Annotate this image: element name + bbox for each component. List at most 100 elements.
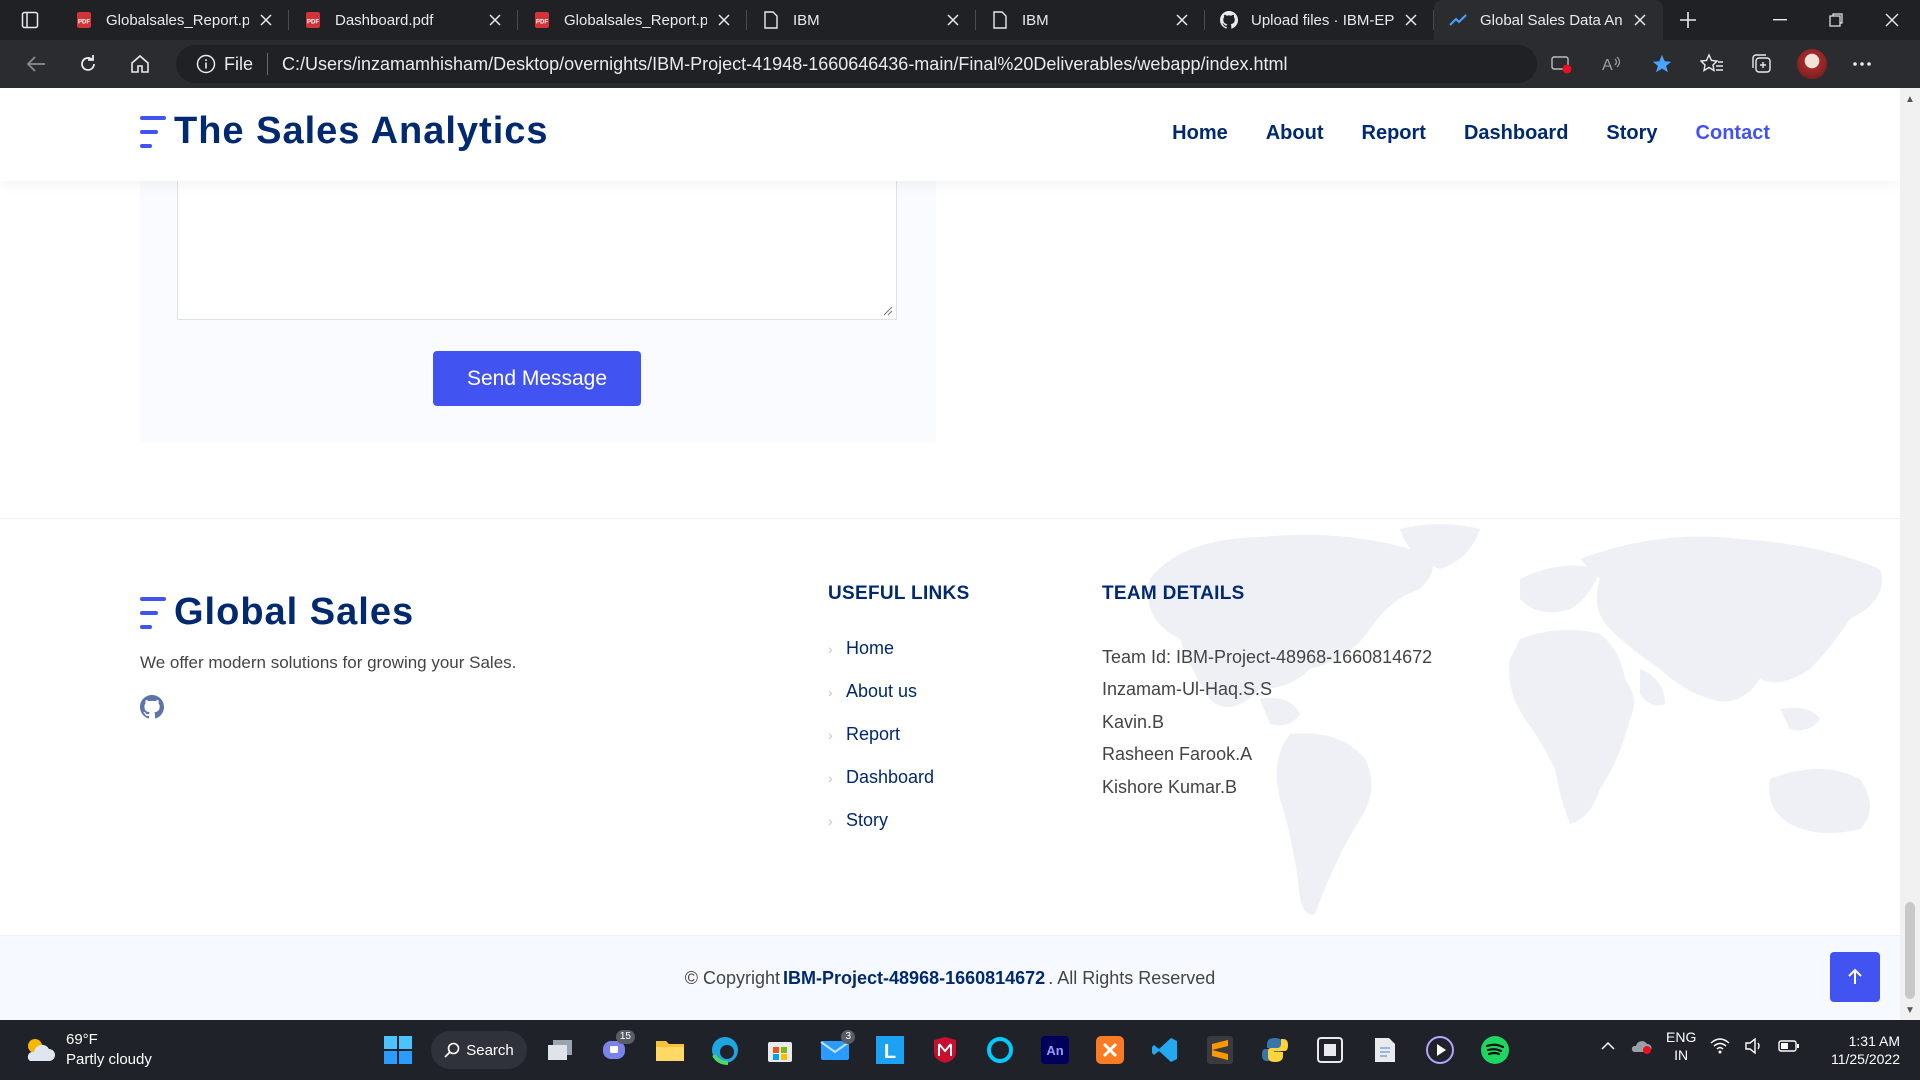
taskbar-search[interactable]: Search: [431, 1031, 527, 1069]
close-icon[interactable]: [715, 11, 733, 29]
python-button[interactable]: [1253, 1028, 1297, 1072]
favorite-star-button[interactable]: [1637, 44, 1687, 84]
teams-chat-button[interactable]: 15: [593, 1028, 637, 1072]
new-tab-button[interactable]: [1663, 0, 1713, 40]
alexa-button[interactable]: [978, 1028, 1022, 1072]
volume-icon[interactable]: [1744, 1038, 1764, 1054]
scroll-up-arrow-icon[interactable]: ▲: [1905, 94, 1915, 105]
xampp-button[interactable]: [1088, 1028, 1132, 1072]
scrollbar-thumb[interactable]: [1905, 902, 1915, 999]
system-tray: ENG IN: [1600, 1028, 1800, 1064]
close-window-button[interactable]: [1864, 0, 1920, 40]
tab-actions-menu-button[interactable]: [0, 0, 60, 40]
scheme-label: File: [224, 53, 254, 74]
start-button[interactable]: [376, 1028, 420, 1072]
browser-tab[interactable]: Upload files · IBM-EPBL: [1205, 0, 1434, 40]
browser-tab[interactable]: PDF Globalsales_Report.pdf: [518, 0, 747, 40]
browser-tab[interactable]: PDF Globalsales_Report.pdf: [60, 0, 289, 40]
region-code: IN: [1674, 1047, 1689, 1063]
close-icon[interactable]: [944, 11, 962, 29]
footer-link-home[interactable]: › Home: [828, 627, 934, 670]
useful-links-heading: USEFUL LINKS: [828, 583, 970, 604]
vscode-button[interactable]: [1143, 1028, 1187, 1072]
site-logo[interactable]: The Sales Analytics: [140, 110, 549, 153]
reload-button[interactable]: [62, 44, 114, 84]
edge-button[interactable]: [703, 1028, 747, 1072]
info-icon[interactable]: [196, 54, 216, 74]
nav-home[interactable]: Home: [1172, 122, 1228, 145]
close-icon[interactable]: [257, 11, 275, 29]
close-icon[interactable]: [486, 11, 504, 29]
main-nav: Home About Report Dashboard Story Contac…: [1172, 122, 1770, 145]
send-message-button[interactable]: Send Message: [433, 351, 641, 406]
sublime-button[interactable]: [1198, 1028, 1242, 1072]
restore-button[interactable]: [1808, 0, 1864, 40]
team-member: Inzamam-Ul-Haq.S.S: [1102, 679, 1273, 700]
tracking-icon: [1551, 56, 1572, 74]
footer-link-dashboard[interactable]: › Dashboard: [828, 756, 934, 799]
file-explorer-button[interactable]: [648, 1028, 692, 1072]
footer-link-about[interactable]: › About us: [828, 670, 934, 713]
github-link[interactable]: [140, 695, 164, 719]
ms-store-button[interactable]: [758, 1028, 802, 1072]
footer-logo[interactable]: Global Sales: [140, 591, 414, 634]
read-aloud-button[interactable]: A: [1587, 44, 1637, 84]
l-app-button[interactable]: L: [868, 1028, 912, 1072]
back-button[interactable]: [10, 44, 62, 84]
mcafee-button[interactable]: [923, 1028, 967, 1072]
chevron-up-icon[interactable]: [1600, 1041, 1616, 1051]
play-icon: [1426, 1036, 1454, 1064]
home-button[interactable]: [114, 44, 166, 84]
weather-widget[interactable]: 69°F Partly cloudy: [22, 1030, 152, 1070]
animate-button[interactable]: An: [1033, 1028, 1077, 1072]
close-icon[interactable]: [1402, 11, 1420, 29]
browser-tab-active[interactable]: Global Sales Data Analytics: [1434, 0, 1663, 40]
windows-logo-icon: [384, 1036, 412, 1064]
favorites-button[interactable]: [1687, 44, 1737, 84]
taskbar-clock[interactable]: 1:31 AM 11/25/2022: [1820, 1032, 1900, 1068]
tracking-prevention-button[interactable]: [1537, 44, 1587, 84]
page-scrollbar[interactable]: ▲ ▼: [1900, 88, 1920, 1020]
chevron-right-icon: ›: [828, 726, 833, 743]
media-player-button[interactable]: [1418, 1028, 1462, 1072]
nav-report[interactable]: Report: [1362, 122, 1426, 145]
collections-button[interactable]: [1737, 44, 1787, 84]
nav-dashboard[interactable]: Dashboard: [1464, 122, 1568, 145]
minimize-button[interactable]: [1752, 0, 1808, 40]
close-icon[interactable]: [1173, 11, 1191, 29]
svg-text:PDF: PDF: [536, 20, 548, 26]
chevron-right-icon: ›: [828, 683, 833, 700]
snipping-tool-button[interactable]: [1308, 1028, 1352, 1072]
wifi-icon[interactable]: [1710, 1038, 1730, 1054]
more-menu-button[interactable]: [1837, 44, 1887, 84]
taskbar-search-label: Search: [466, 1041, 514, 1059]
svg-text:A: A: [1602, 57, 1613, 74]
input-language[interactable]: ENG IN: [1666, 1028, 1696, 1064]
address-bar[interactable]: File C:/Users/inzamamhisham/Desktop/over…: [176, 45, 1537, 83]
spotify-button[interactable]: [1473, 1028, 1517, 1072]
site-header: The Sales Analytics Home About Report Da…: [0, 88, 1900, 181]
browser-tab[interactable]: PDF Dashboard.pdf: [289, 0, 518, 40]
pdf-icon: PDF: [532, 10, 552, 30]
close-icon[interactable]: [1631, 11, 1649, 29]
onedrive-icon[interactable]: [1630, 1037, 1652, 1055]
scroll-down-arrow-icon[interactable]: ▼: [1905, 1005, 1915, 1016]
browser-tab[interactable]: IBM: [747, 0, 976, 40]
plus-icon: [1680, 12, 1696, 28]
task-view-icon: [548, 1040, 572, 1060]
nav-about[interactable]: About: [1266, 122, 1324, 145]
mail-button[interactable]: 3: [813, 1028, 857, 1072]
footer-link-report[interactable]: › Report: [828, 713, 934, 756]
notepad-button[interactable]: [1363, 1028, 1407, 1072]
task-view-button[interactable]: [538, 1028, 582, 1072]
footer-link-story[interactable]: › Story: [828, 799, 934, 842]
battery-icon[interactable]: [1778, 1039, 1800, 1053]
profile-button[interactable]: [1787, 44, 1837, 84]
nav-story[interactable]: Story: [1606, 122, 1657, 145]
nav-contact[interactable]: Contact: [1696, 122, 1770, 145]
resize-handle-icon[interactable]: [883, 306, 893, 316]
site-brand-name: The Sales Analytics: [174, 110, 549, 152]
back-to-top-button[interactable]: [1830, 952, 1880, 1002]
browser-tab[interactable]: IBM: [976, 0, 1205, 40]
tab-title: IBM: [1022, 11, 1049, 29]
